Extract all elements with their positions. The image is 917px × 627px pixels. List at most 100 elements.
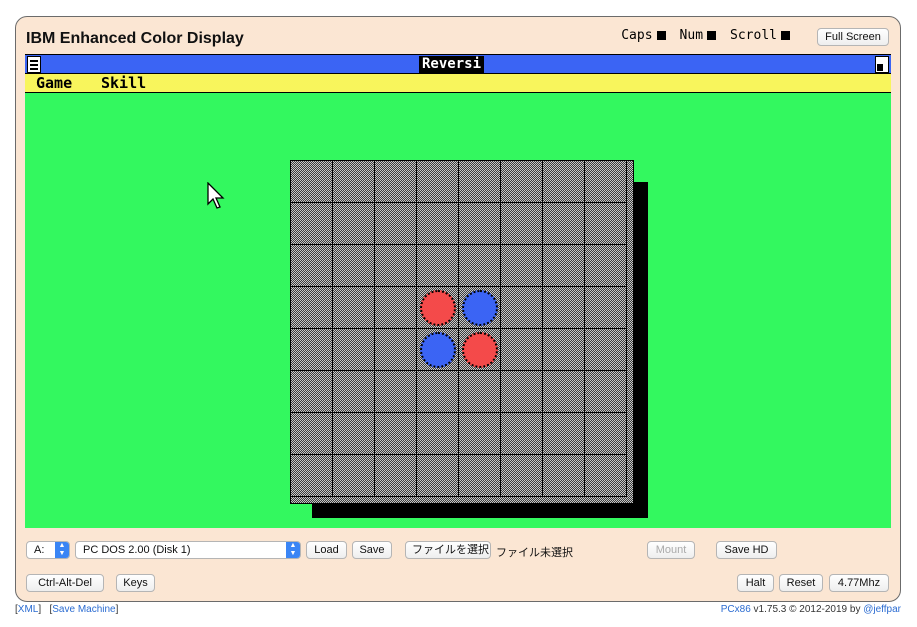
board-cell[interactable] <box>417 245 459 287</box>
board-cell[interactable] <box>375 329 417 371</box>
board-cell[interactable] <box>501 287 543 329</box>
board-cell[interactable] <box>291 413 333 455</box>
board-cell[interactable] <box>417 161 459 203</box>
system-menu-icon[interactable] <box>27 56 41 73</box>
board-cell[interactable] <box>459 371 501 413</box>
board-cell[interactable] <box>375 455 417 497</box>
product-link[interactable]: PCx86 <box>721 604 751 615</box>
board-cell[interactable] <box>333 161 375 203</box>
menu-game[interactable]: Game <box>36 75 72 92</box>
board-cell[interactable] <box>459 455 501 497</box>
board-cell[interactable] <box>459 161 501 203</box>
board-cell[interactable] <box>375 203 417 245</box>
xml-link[interactable]: XML <box>18 604 39 615</box>
board-cell[interactable] <box>459 413 501 455</box>
display-title: IBM Enhanced Color Display <box>26 30 244 47</box>
board-cell[interactable] <box>291 203 333 245</box>
chevron-updown-icon: ▲ ▼ <box>286 542 300 558</box>
halt-button[interactable]: Halt <box>737 574 774 592</box>
disk-select[interactable]: PC DOS 2.00 (Disk 1) ▲ ▼ <box>75 541 301 559</box>
board-cell[interactable] <box>333 245 375 287</box>
menu-skill[interactable]: Skill <box>101 75 146 92</box>
board-cell[interactable] <box>417 413 459 455</box>
keys-button[interactable]: Keys <box>116 574 155 592</box>
board-cell[interactable] <box>501 371 543 413</box>
board-cell[interactable] <box>585 287 627 329</box>
board-cell[interactable] <box>501 203 543 245</box>
board-cell[interactable] <box>543 287 585 329</box>
reversi-piece <box>420 290 456 326</box>
board-cell[interactable] <box>375 245 417 287</box>
board-cell[interactable] <box>585 161 627 203</box>
board-cell[interactable] <box>333 203 375 245</box>
board-cell[interactable] <box>543 329 585 371</box>
reversi-board[interactable] <box>290 160 634 504</box>
caps-indicator: Caps <box>621 28 666 43</box>
board-cell[interactable] <box>543 371 585 413</box>
board-cell[interactable] <box>501 329 543 371</box>
ctrl-alt-del-button[interactable]: Ctrl-Alt-Del <box>26 574 104 592</box>
file-status: ファイル未選択 <box>496 547 573 559</box>
num-led-icon <box>707 31 717 40</box>
board-cell[interactable] <box>585 371 627 413</box>
board-cell[interactable] <box>375 287 417 329</box>
board-cell[interactable] <box>417 371 459 413</box>
board-cell[interactable] <box>417 455 459 497</box>
reversi-piece <box>462 332 498 368</box>
board-cell[interactable] <box>585 455 627 497</box>
board-cell[interactable] <box>291 245 333 287</box>
board-cell[interactable] <box>291 329 333 371</box>
load-button[interactable]: Load <box>306 541 347 559</box>
reversi-piece <box>462 290 498 326</box>
board-cell[interactable] <box>333 413 375 455</box>
board-cell[interactable] <box>543 413 585 455</box>
board-cell[interactable] <box>459 245 501 287</box>
board-cell[interactable] <box>543 455 585 497</box>
window-title: Reversi <box>419 56 485 73</box>
board-cell[interactable] <box>585 413 627 455</box>
save-hd-button[interactable]: Save HD <box>716 541 777 559</box>
board-cell[interactable] <box>333 371 375 413</box>
board-cell[interactable] <box>543 203 585 245</box>
emulator-frame: IBM Enhanced Color Display Caps Num Scro… <box>15 16 901 602</box>
board-cell[interactable] <box>585 329 627 371</box>
board-cell[interactable] <box>585 203 627 245</box>
board-cell[interactable] <box>333 287 375 329</box>
board-cell[interactable] <box>459 203 501 245</box>
save-button[interactable]: Save <box>352 541 392 559</box>
board-cell[interactable] <box>333 455 375 497</box>
board-cell[interactable] <box>543 161 585 203</box>
speed-button[interactable]: 4.77Mhz <box>829 574 889 592</box>
board-cell[interactable] <box>375 371 417 413</box>
maximize-icon[interactable] <box>875 56 889 73</box>
board-cell[interactable] <box>417 203 459 245</box>
full-screen-button[interactable]: Full Screen <box>817 28 889 46</box>
caps-led-icon <box>656 31 666 40</box>
board-cell[interactable] <box>291 287 333 329</box>
board-cell[interactable] <box>291 455 333 497</box>
menubar: Game Skill <box>25 74 891 93</box>
board-cell[interactable] <box>375 413 417 455</box>
board-cell[interactable] <box>501 245 543 287</box>
board-cell[interactable] <box>501 161 543 203</box>
scroll-indicator: Scroll <box>730 28 790 43</box>
board-cell[interactable] <box>291 371 333 413</box>
emulator-screen[interactable]: Reversi Game Skill <box>25 54 891 528</box>
board-cell[interactable] <box>543 245 585 287</box>
scroll-led-icon <box>781 31 790 40</box>
board-cell[interactable] <box>333 329 375 371</box>
author-link[interactable]: @jeffpar <box>863 604 901 615</box>
chevron-updown-icon: ▲ ▼ <box>55 542 69 558</box>
footer-links: [XML] [Save Machine] <box>15 604 119 615</box>
board-cell[interactable] <box>375 161 417 203</box>
drive-select[interactable]: A: ▲ ▼ <box>26 541 70 559</box>
board-cell[interactable] <box>501 455 543 497</box>
keyboard-indicators: Caps Num Scroll <box>621 28 790 43</box>
choose-file-button[interactable]: ファイルを選択 <box>405 541 491 559</box>
board-cell[interactable] <box>585 245 627 287</box>
board-cell[interactable] <box>501 413 543 455</box>
reset-button[interactable]: Reset <box>779 574 823 592</box>
mount-button[interactable]: Mount <box>647 541 695 559</box>
save-machine-link[interactable]: Save Machine <box>52 604 115 615</box>
board-cell[interactable] <box>291 161 333 203</box>
